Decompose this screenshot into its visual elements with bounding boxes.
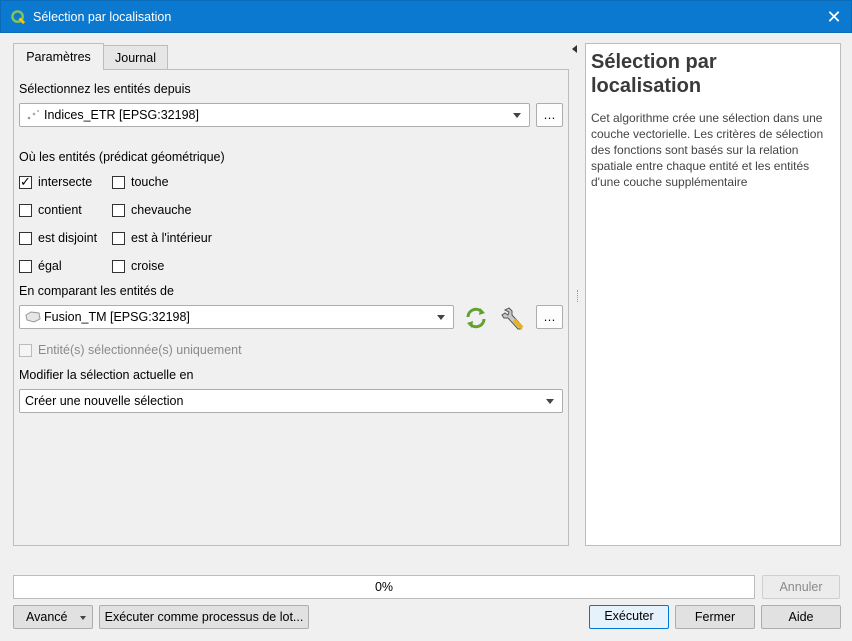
close-icon[interactable]: ✕	[817, 1, 851, 33]
batch-process-button[interactable]: Exécuter comme processus de lot...	[99, 605, 309, 629]
source-layer-value: Indices_ETR [EPSG:32198]	[44, 108, 199, 122]
advanced-label: Avancé	[26, 610, 68, 624]
compare-layer-label: En comparant les entités de	[19, 284, 174, 298]
source-browse-button[interactable]: …	[536, 103, 563, 127]
tab-joint	[14, 69, 103, 71]
help-title: Sélection par localisation	[591, 51, 717, 97]
checkbox-label: touche	[131, 175, 169, 189]
selected-only-label: Entité(s) sélectionnée(s) uniquement	[38, 343, 242, 357]
predicate-label: Où les entités (prédicat géométrique)	[19, 150, 225, 164]
splitter-handle[interactable]	[577, 290, 579, 302]
iterate-icon[interactable]	[463, 305, 489, 331]
point-layer-icon	[27, 109, 40, 120]
modify-selection-combo[interactable]: Créer une nouvelle sélection	[19, 389, 563, 413]
compare-layer-value: Fusion_TM [EPSG:32198]	[44, 310, 190, 324]
help-text: Cet algorithme crée une sélection dans u…	[591, 111, 824, 189]
checkbox-label: égal	[38, 259, 62, 273]
checkbox-selected-only[interactable]	[19, 344, 32, 357]
close-button[interactable]: Fermer	[675, 605, 755, 629]
compare-browse-button[interactable]: …	[536, 305, 563, 329]
chevron-down-icon	[546, 399, 554, 404]
checkbox-label: est disjoint	[38, 231, 98, 245]
run-button[interactable]: Exécuter	[589, 605, 669, 629]
checkbox-overlaps[interactable]	[112, 204, 125, 217]
cancel-button[interactable]: Annuler	[762, 575, 840, 599]
window-title: Sélection par localisation	[33, 10, 172, 24]
checkbox-label: est à l'intérieur	[131, 231, 212, 245]
chevron-down-icon	[513, 113, 521, 118]
advanced-button[interactable]: Avancé	[13, 605, 93, 629]
checkbox-label: croise	[131, 259, 165, 273]
modify-selection-value: Créer une nouvelle sélection	[25, 394, 184, 408]
checkbox-touches[interactable]	[112, 176, 125, 189]
polygon-layer-icon	[25, 311, 41, 323]
checkbox-label: chevauche	[131, 203, 192, 217]
checkbox-equals[interactable]	[19, 260, 32, 273]
tab-log[interactable]: Journal	[103, 45, 168, 70]
title-bar: Sélection par localisation ✕	[0, 0, 852, 33]
checkbox-intersect[interactable]: ✓	[19, 174, 32, 189]
checkbox-label: intersecte	[38, 175, 93, 189]
compare-layer-combo[interactable]: Fusion_TM [EPSG:32198]	[19, 305, 454, 329]
checkbox-label: contient	[38, 203, 82, 217]
checkbox-contains[interactable]	[19, 204, 32, 217]
checkbox-crosses[interactable]	[112, 260, 125, 273]
collapse-help-icon[interactable]	[572, 45, 577, 53]
qgis-logo-icon	[11, 10, 26, 25]
help-panel: Sélection par localisation Cet algorithm…	[585, 43, 841, 546]
progress-label: 0%	[374, 580, 394, 594]
chevron-down-icon	[80, 616, 86, 620]
progress-bar: 0%	[13, 575, 755, 599]
checkbox-disjoint[interactable]	[19, 232, 32, 245]
chevron-down-icon	[437, 315, 445, 320]
help-button[interactable]: Aide	[761, 605, 841, 629]
tab-parameters[interactable]: Paramètres	[13, 43, 104, 70]
modify-selection-label: Modifier la sélection actuelle en	[19, 368, 194, 382]
source-layer-label: Sélectionnez les entités depuis	[19, 82, 191, 96]
source-layer-combo[interactable]: Indices_ETR [EPSG:32198]	[19, 103, 530, 127]
wrench-icon[interactable]	[500, 305, 528, 333]
checkmark-icon: ✓	[20, 174, 31, 189]
checkbox-within[interactable]	[112, 232, 125, 245]
